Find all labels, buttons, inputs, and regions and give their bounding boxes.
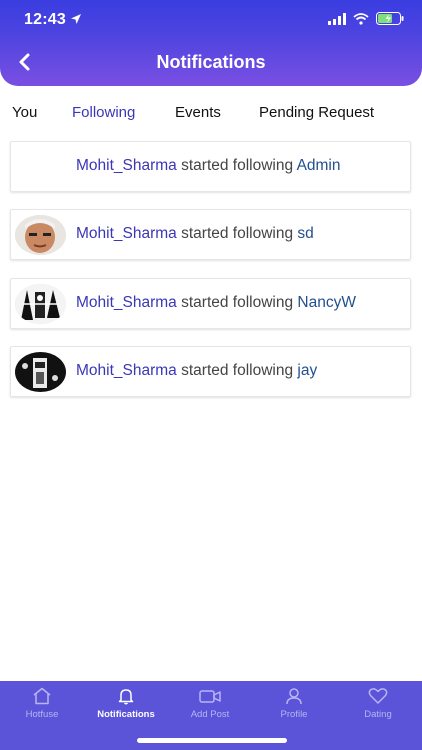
- avatar[interactable]: [15, 215, 66, 255]
- tab-events[interactable]: Events: [175, 104, 221, 121]
- notification-action: started following: [176, 362, 298, 379]
- avatar[interactable]: [15, 284, 66, 324]
- notification-target-link[interactable]: jay: [297, 362, 317, 379]
- nav-dating[interactable]: Dating: [336, 687, 420, 720]
- notification-text: Mohit_Sharma started following sd: [76, 225, 314, 243]
- notification-user-link[interactable]: Mohit_Sharma: [76, 362, 177, 379]
- nav-label: Hotfuse: [25, 709, 59, 720]
- page-title: Notifications: [156, 52, 266, 72]
- notification-tabs: You Following Events Pending Request: [0, 100, 422, 128]
- notification-action: started following: [176, 225, 298, 242]
- notification-card[interactable]: Mohit_Sharma started following jay: [10, 346, 411, 397]
- nav-label: Add Post: [190, 709, 230, 720]
- status-icons: [328, 12, 404, 25]
- location-arrow-icon: [71, 14, 81, 24]
- nav-profile[interactable]: Profile: [252, 687, 336, 720]
- notification-text: Mohit_Sharma started following NancyW: [76, 294, 356, 312]
- notification-card[interactable]: Mohit_Sharma started following NancyW: [10, 278, 411, 329]
- wifi-icon: [353, 12, 369, 25]
- nav-label: Dating: [364, 709, 392, 720]
- nav-notifications[interactable]: Notifications: [84, 687, 168, 720]
- tab-you[interactable]: You: [12, 104, 37, 121]
- battery-icon: [376, 12, 404, 25]
- nav-label: Profile: [280, 709, 308, 720]
- avatar[interactable]: [15, 352, 66, 392]
- signal-icon: [328, 12, 346, 25]
- notification-target-link[interactable]: sd: [297, 225, 313, 242]
- heart-icon: [368, 688, 388, 704]
- nav-label: Notifications: [97, 709, 155, 720]
- nav-add-post[interactable]: Add Post: [168, 687, 252, 720]
- notification-text: Mohit_Sharma started following jay: [76, 362, 317, 380]
- home-indicator: [137, 738, 287, 743]
- home-icon: [33, 687, 51, 705]
- tab-pending-request[interactable]: Pending Request: [259, 104, 374, 121]
- notification-card[interactable]: Mohit_Sharma started following sd: [10, 209, 411, 260]
- tab-following[interactable]: Following: [72, 104, 135, 121]
- notification-target-link[interactable]: Admin: [297, 157, 341, 174]
- status-time: 12:43: [24, 11, 66, 28]
- notification-user-link[interactable]: Mohit_Sharma: [76, 225, 177, 242]
- notification-target-link[interactable]: NancyW: [297, 294, 356, 311]
- notification-action: started following: [176, 157, 297, 174]
- nav-hotfuse[interactable]: Hotfuse: [0, 687, 84, 720]
- bell-icon: [118, 689, 134, 705]
- notification-user-link[interactable]: Mohit_Sharma: [76, 294, 177, 311]
- notification-action: started following: [176, 294, 298, 311]
- video-camera-icon: [199, 690, 221, 703]
- notification-card[interactable]: Mohit_Sharma started following Admin: [10, 141, 411, 192]
- user-icon: [286, 688, 302, 705]
- notification-text: Mohit_Sharma started following Admin: [76, 157, 341, 175]
- notification-user-link[interactable]: Mohit_Sharma: [76, 157, 177, 174]
- status-bar: 12:43: [0, 0, 422, 40]
